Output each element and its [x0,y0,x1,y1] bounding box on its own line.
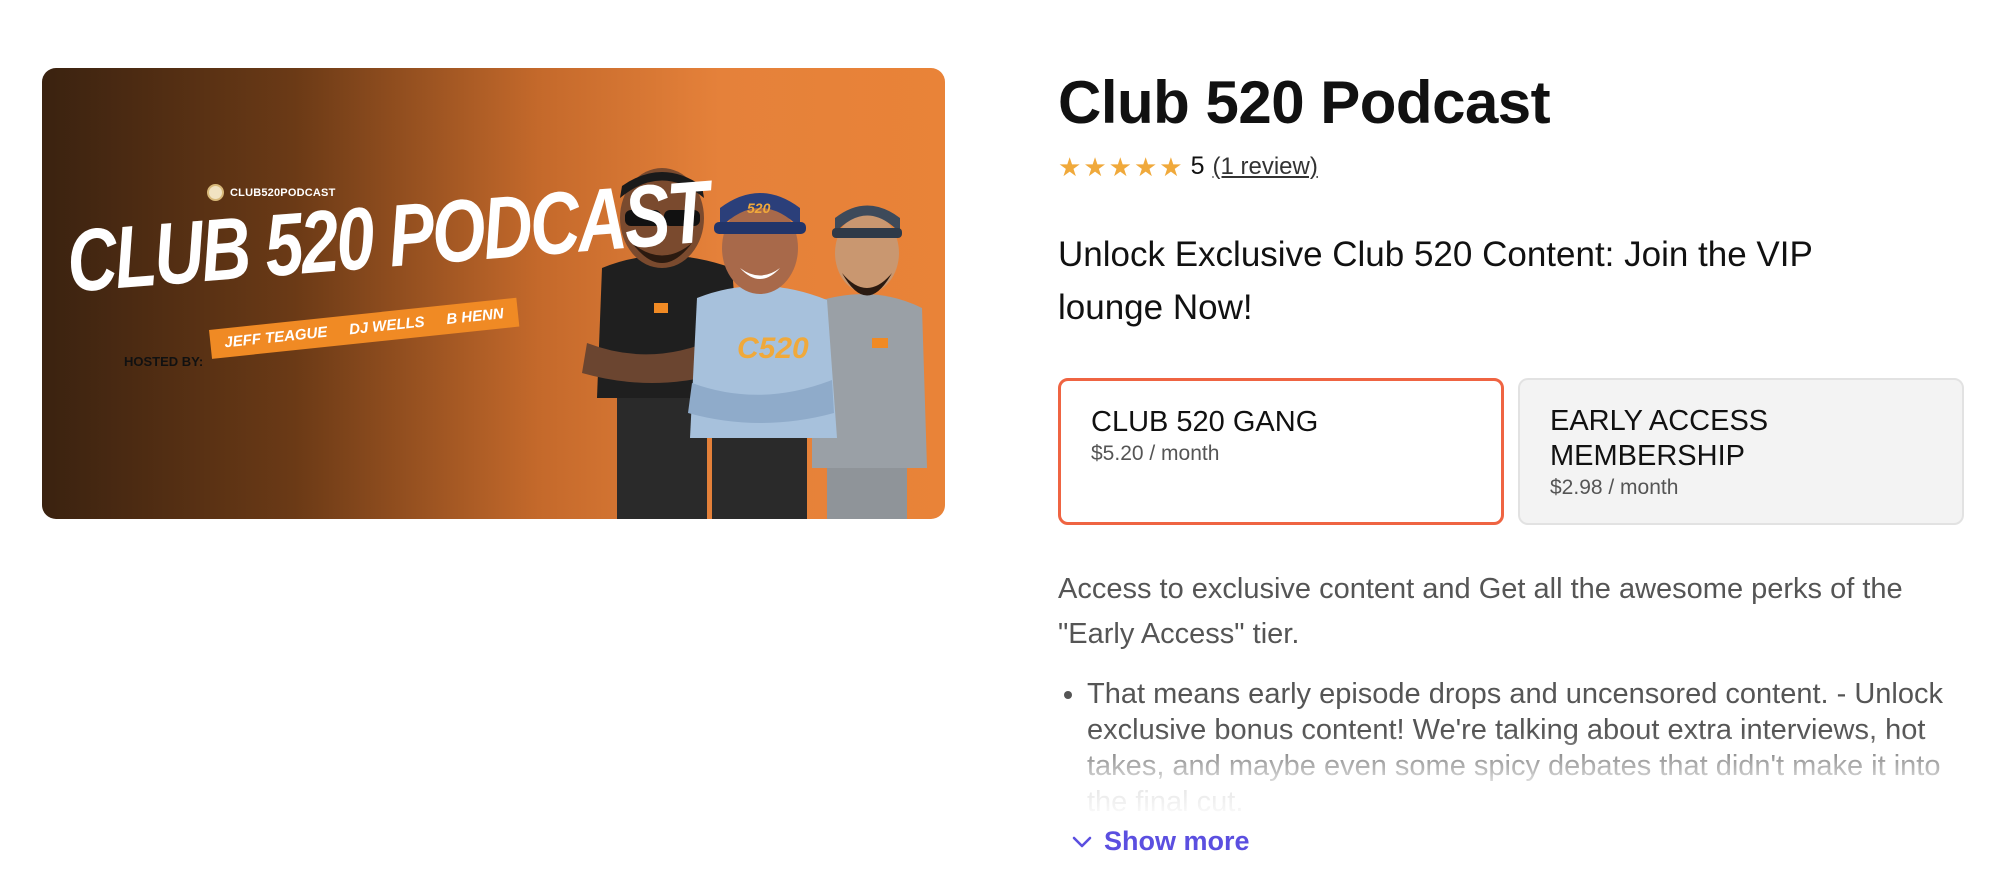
star-icon: ★ [1159,151,1183,182]
product-tagline: Unlock Exclusive Club 520 Content: Join … [1058,235,1813,327]
rating-row: ★ ★ ★ ★ ★ 5 (1 review) [1058,152,1318,181]
tier-option-early-access[interactable]: EARLY ACCESS MEMBERSHIP $2.98 / month [1518,378,1964,525]
tier-description: Access to exclusive content and Get all … [1058,573,1903,650]
reviews-link[interactable]: (1 review) [1212,153,1317,181]
cap-text: 520 [747,200,771,216]
show-more-button[interactable]: Show more [1072,826,1250,857]
hoodie-logo-text: C520 [737,332,809,365]
star-icon: ★ [1133,151,1158,182]
star-icon: ★ [1083,151,1107,182]
tier-name: EARLY ACCESS MEMBERSHIP [1550,405,1769,472]
tier-option-club-520-gang[interactable]: CLUB 520 GANG $5.20 / month [1058,378,1504,525]
cover-image: 520 C520 CLUB520PODCAST CLUB 520 PODCAST… [42,68,945,519]
star-icon: ★ [1108,151,1132,182]
brand-logo-icon [207,184,224,201]
host-figure-middle: 520 C520 [688,193,837,519]
star-icon: ★ [1058,151,1082,182]
host-name: B HENN [445,305,505,329]
tier-name: CLUB 520 GANG [1091,406,1319,438]
perks-list: That means early episode drops and uncen… [1058,676,1987,816]
host-name: DJ WELLS [348,313,426,339]
chevron-down-icon [1072,836,1092,847]
show-more-label: Show more [1104,826,1250,856]
tier-price: $5.20 / month [1091,442,1220,465]
star-rating: ★ ★ ★ ★ ★ [1058,154,1183,180]
host-name: JEFF TEAGUE [223,323,329,352]
tier-price: $2.98 / month [1550,476,1679,499]
hosted-by-label: HOSTED BY: [124,354,204,369]
product-title: Club 520 Podcast [1058,69,1551,136]
perk-item: That means early episode drops and uncen… [1087,676,1987,816]
rating-value: 5 [1190,152,1205,180]
